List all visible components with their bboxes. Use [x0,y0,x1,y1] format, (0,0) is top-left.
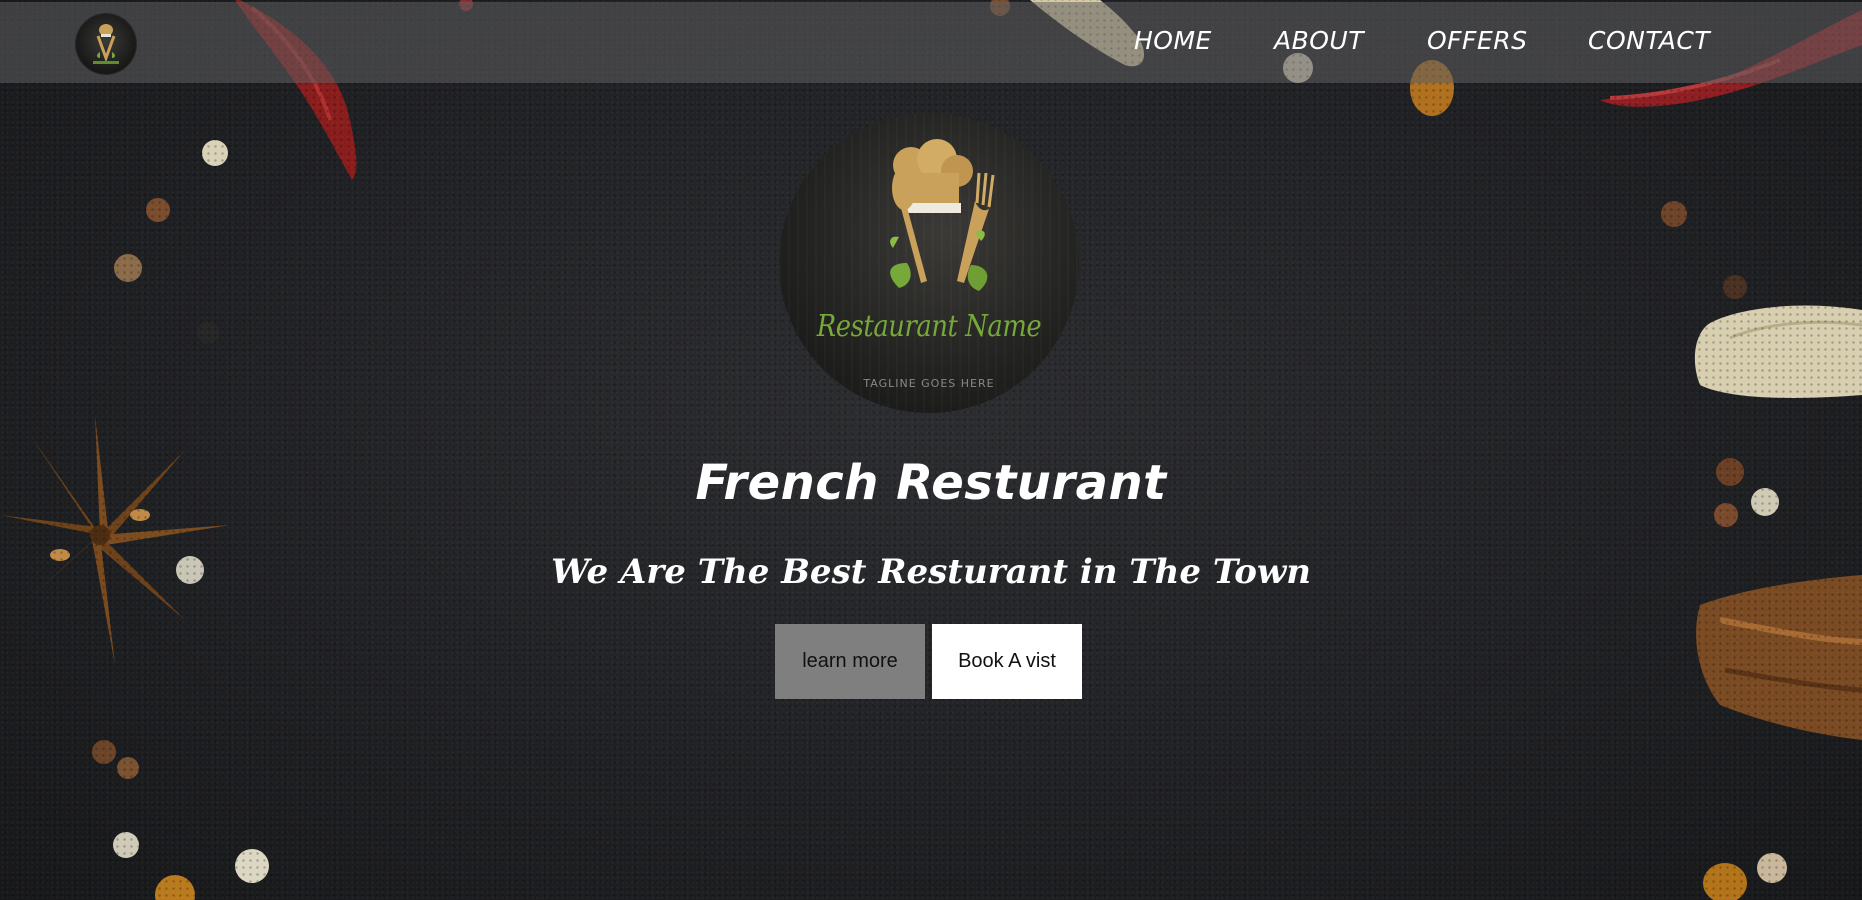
page-subtitle: We Are The Best Resturant in The Town [551,552,1311,592]
logo-restaurant-name: Restaurant Name [816,309,1042,344]
chef-hat-cutlery-icon [890,139,995,291]
nav-link-offers[interactable]: OFFERS [1427,26,1527,55]
nav-links: HOME ABOUT OFFERS CONTACT [0,2,1862,83]
cinnamon-bark-icon [1696,575,1862,740]
book-visit-button[interactable]: Book A vist [932,624,1082,699]
page-title: French Resturant [695,455,1167,511]
nav-link-home[interactable]: HOME [1134,26,1212,55]
restaurant-logo: Restaurant Name TAGLINE GOES HERE [779,113,1079,413]
learn-more-button[interactable]: learn more [775,624,925,699]
logo-tagline: TAGLINE GOES HERE [863,377,995,390]
navbar: HOME ABOUT OFFERS CONTACT [0,2,1862,83]
root-slice-icon [1694,305,1862,398]
star-anise-icon [0,415,230,665]
nav-link-contact[interactable]: CONTACT [1588,26,1710,55]
nav-link-about[interactable]: ABOUT [1274,26,1364,55]
hero-section: HOME ABOUT OFFERS CONTACT Restaurant Nam… [0,0,1862,900]
